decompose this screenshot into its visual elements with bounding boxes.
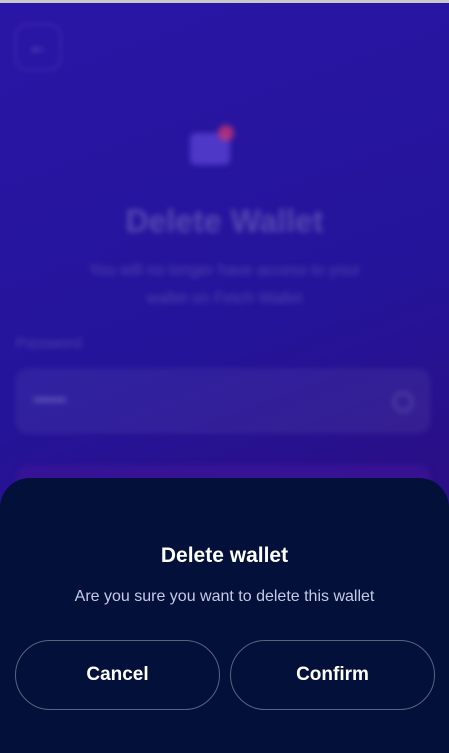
dialog-title: Delete wallet bbox=[160, 544, 289, 567]
dialog-message: Are you sure you want to delete this wal… bbox=[74, 588, 375, 605]
page-subtitle: You will no longer have access to your w… bbox=[88, 262, 361, 307]
cancel-button[interactable]: Cancel bbox=[15, 640, 220, 710]
wallet-icon bbox=[190, 125, 234, 165]
password-label: Password bbox=[16, 335, 82, 352]
back-button[interactable]: ← bbox=[15, 24, 61, 70]
wallet-icon-badge bbox=[218, 125, 234, 141]
eye-icon[interactable] bbox=[393, 392, 413, 412]
delete-wallet-dialog: Delete wallet Are you sure you want to d… bbox=[0, 478, 449, 753]
password-value: ••••••• bbox=[33, 392, 66, 409]
arrow-left-icon: ← bbox=[28, 36, 48, 58]
password-field[interactable]: ••••••• bbox=[16, 369, 430, 433]
page-title: Delete Wallet bbox=[125, 203, 324, 239]
confirm-button[interactable]: Confirm bbox=[230, 640, 435, 710]
